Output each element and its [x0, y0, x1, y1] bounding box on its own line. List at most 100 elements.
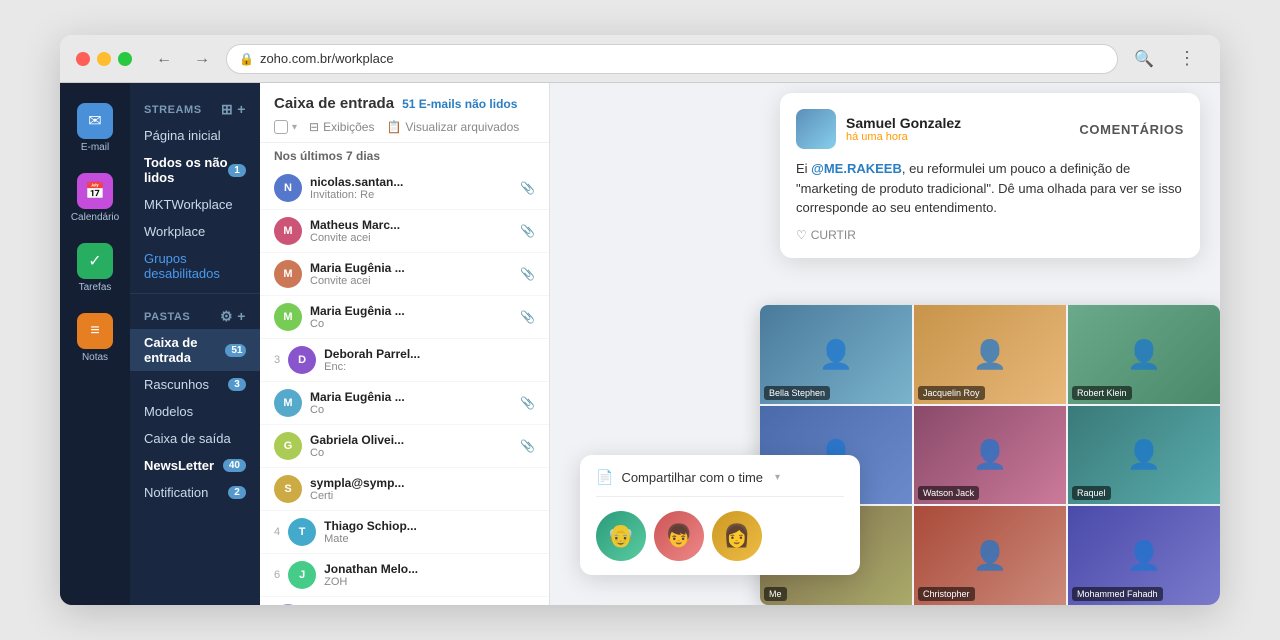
sidebar-folder-drafts[interactable]: Rascunhos 3: [130, 371, 260, 398]
email-row[interactable]: 3 D Deborah Parrel... Enc:: [260, 339, 549, 382]
sidebar-item-calendar[interactable]: 📅 Calendário: [65, 165, 125, 231]
pastas-settings-icon[interactable]: ⚙: [220, 308, 233, 325]
tasks-icon-box: ✓: [77, 243, 113, 279]
email-row[interactable]: G Gabriela Olivei... Co 📎: [260, 425, 549, 468]
email-icon: ✉: [88, 111, 101, 131]
share-avatar-3[interactable]: 👩: [712, 511, 762, 561]
email-subject: Invitation: Re: [310, 189, 512, 201]
sidebar-item-tasks[interactable]: ✓ Tarefas: [65, 235, 125, 301]
sidebar-item-notes[interactable]: ≡ Notas: [65, 305, 125, 371]
email-number: 6: [274, 569, 280, 581]
email-sender: sympla@symp...: [310, 476, 535, 490]
email-row[interactable]: N nicolas.santan... Invitation: Re 📎: [260, 167, 549, 210]
comment-body: Ei @ME.RAKEEB, eu reformulei um pouco a …: [796, 159, 1184, 218]
sidebar-nav-disabled-groups[interactable]: Grupos desabilitados: [130, 245, 260, 287]
sidebar-nav-mktworkplace[interactable]: MKTWorkplace: [130, 191, 260, 218]
menu-button[interactable]: ⋮: [1170, 44, 1204, 73]
forward-button[interactable]: →: [188, 46, 216, 72]
video-cell[interactable]: 👤 Bella Stephen: [760, 305, 912, 404]
email-row[interactable]: 6 J Jonathan Melo... ZOH: [260, 554, 549, 597]
comment-user: Samuel Gonzalez há uma hora: [796, 109, 961, 149]
close-button[interactable]: [76, 52, 90, 66]
share-avatar-2[interactable]: 👦: [654, 511, 704, 561]
avatar: D: [288, 346, 316, 374]
back-button[interactable]: ←: [150, 46, 178, 72]
sidebar-nav-unread[interactable]: Todos os não lidos 1: [130, 149, 260, 191]
streams-section-title: STREAMS ⊞ +: [130, 93, 260, 122]
sidebar-folder-outbox[interactable]: Caixa de saída: [130, 425, 260, 452]
address-bar[interactable]: 🔒 zoho.com.br/workplace: [226, 44, 1118, 74]
avatar: M: [274, 303, 302, 331]
video-cell[interactable]: 👤 Jacquelin Roy: [914, 305, 1066, 404]
email-subject: Certi: [310, 490, 535, 502]
minimize-button[interactable]: [97, 52, 111, 66]
video-cell[interactable]: 👤 Robert Klein: [1068, 305, 1220, 404]
participant-name: Robert Klein: [1072, 386, 1132, 400]
unread-badge: 1: [228, 164, 246, 177]
email-row[interactable]: M Matheus Marc... Convite acei 📎: [260, 210, 549, 253]
email-row[interactable]: M Maria Eugênia ... Co 📎: [260, 296, 549, 339]
newsletter-badge: 40: [223, 459, 246, 472]
share-header: 📄 Compartilhar com o time ▾: [596, 469, 844, 497]
calendar-icon: 📅: [85, 181, 105, 201]
comment-footer: ♡ CURTIR: [796, 228, 1184, 242]
video-cell[interactable]: 👤 Christopher: [914, 506, 1066, 605]
email-sender: Jonathan Melo...: [324, 562, 535, 576]
url-text: zoho.com.br/workplace: [260, 51, 394, 66]
sidebar-folder-inbox[interactable]: Caixa de entrada 51: [130, 329, 260, 371]
attachment-icon: 📎: [520, 439, 535, 453]
sidebar-folder-templates[interactable]: Modelos: [130, 398, 260, 425]
filter-icon: ⊟: [309, 120, 319, 134]
avatar: M: [274, 217, 302, 245]
sidebar-nav-workplace[interactable]: Workplace: [130, 218, 260, 245]
email-row[interactable]: S sympla@symp... Certi: [260, 468, 549, 511]
email-panel-header: Caixa de entrada 51 E-mails não lidos ▾ …: [260, 83, 549, 143]
search-button[interactable]: 🔍: [1128, 45, 1160, 73]
archive-button[interactable]: 📋 Visualizar arquivados: [386, 120, 519, 134]
avatar: T: [288, 518, 316, 546]
drafts-badge: 3: [228, 378, 246, 391]
filter-button[interactable]: ⊟ Exibições: [309, 120, 374, 134]
select-all-checkbox[interactable]: [274, 120, 288, 134]
calendar-icon-box: 📅: [77, 173, 113, 209]
sidebar-item-email[interactable]: ✉ E-mail: [65, 95, 125, 161]
share-avatar-1[interactable]: 👴: [596, 511, 646, 561]
pastas-add-icon[interactable]: +: [237, 308, 246, 325]
maximize-button[interactable]: [118, 52, 132, 66]
video-cell[interactable]: 👤 Watson Jack: [914, 406, 1066, 505]
tasks-label: Tarefas: [79, 282, 112, 293]
email-subject: Co: [310, 404, 512, 416]
app-content: ✉ E-mail 📅 Calendário ✓ Ta: [60, 83, 1220, 605]
email-sender: Matheus Marc...: [310, 218, 512, 232]
video-cell[interactable]: 👤 Raquel: [1068, 406, 1220, 505]
email-row[interactable]: M Maria Eugênia ... Convite acei 📎: [260, 253, 549, 296]
streams-filter-icon[interactable]: ⊞: [221, 101, 233, 118]
attachment-icon: 📎: [520, 267, 535, 281]
video-cell[interactable]: 👤 Mohammed Fahadh: [1068, 506, 1220, 605]
sidebar-nav-home[interactable]: Página inicial: [130, 122, 260, 149]
sidebar-folder-notification[interactable]: Notification 2: [130, 479, 260, 506]
participant-name: Mohammed Fahadh: [1072, 587, 1163, 601]
avatar: J: [288, 561, 316, 589]
comment-time: há uma hora: [846, 131, 961, 143]
email-sender: Thiago Schiop...: [324, 519, 535, 533]
participant-name: Watson Jack: [918, 486, 979, 500]
email-sender: Maria Eugênia ...: [310, 261, 512, 275]
avatar: S: [274, 475, 302, 503]
share-avatars: 👴 👦 👩: [596, 511, 844, 561]
chevron-down-icon[interactable]: ▾: [775, 472, 780, 483]
email-row[interactable]: 4 T Thiago Schiop... Mate: [260, 511, 549, 554]
streams-add-icon[interactable]: +: [237, 101, 246, 118]
participant-name: Me: [764, 587, 787, 601]
email-subject: Mate: [324, 533, 535, 545]
browser-window: ← → 🔒 zoho.com.br/workplace 🔍 ⋮ ✉ E-mail: [60, 35, 1220, 605]
checkbox-dropdown[interactable]: ▾: [292, 122, 297, 133]
email-number: 4: [274, 526, 280, 538]
email-row[interactable]: M Maria Eugênia ... Co 📎: [260, 382, 549, 425]
email-label: E-mail: [81, 142, 109, 153]
notes-icon: ≡: [90, 322, 99, 340]
traffic-lights: [76, 52, 132, 66]
like-button[interactable]: ♡ CURTIR: [796, 228, 856, 242]
email-row[interactable]: M Me [TES: [260, 597, 549, 605]
sidebar-folder-newsletter[interactable]: NewsLetter 40: [130, 452, 260, 479]
